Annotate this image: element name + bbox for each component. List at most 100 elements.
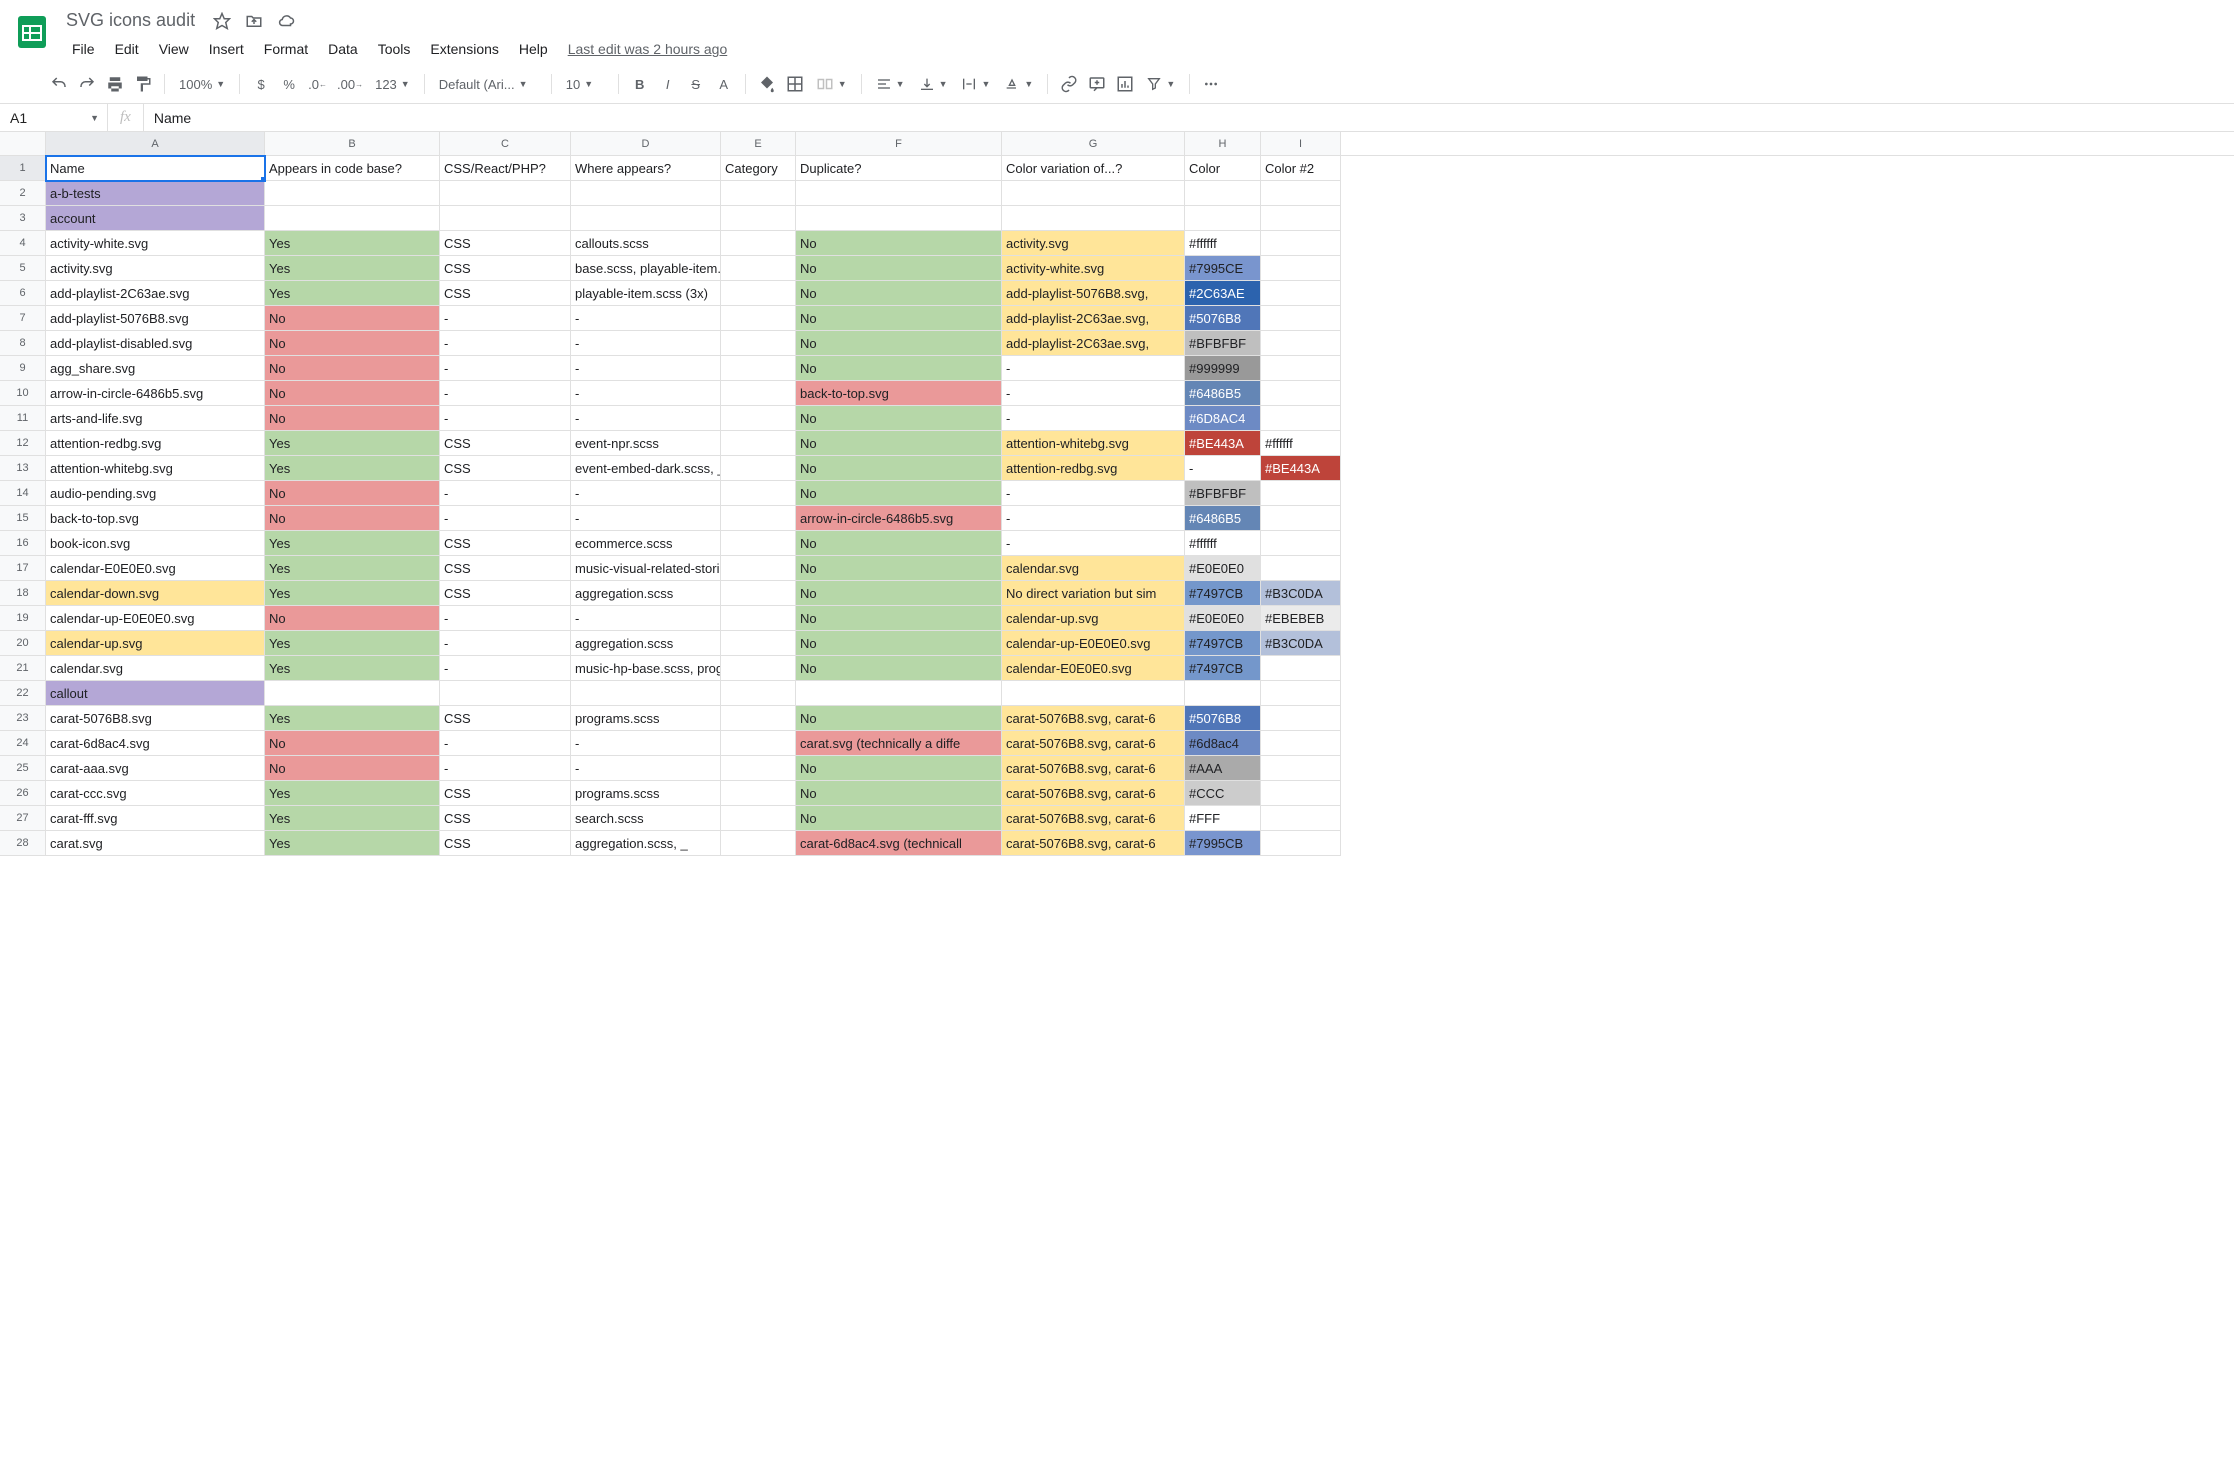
cell[interactable]: No	[796, 806, 1002, 831]
cell[interactable]: carat-aaa.svg	[46, 756, 265, 781]
cell[interactable]: CSS	[440, 806, 571, 831]
row-header[interactable]: 8	[0, 331, 46, 356]
row-header[interactable]: 16	[0, 531, 46, 556]
cell[interactable]: carat.svg	[46, 831, 265, 856]
cell[interactable]	[1185, 681, 1261, 706]
column-header[interactable]: D	[571, 132, 721, 155]
cell[interactable]	[1261, 306, 1341, 331]
cell[interactable]: CSS	[440, 581, 571, 606]
cell[interactable]: -	[571, 506, 721, 531]
cell[interactable]: -	[571, 381, 721, 406]
link-icon[interactable]	[1056, 71, 1082, 97]
cell[interactable]	[721, 531, 796, 556]
cell[interactable]: programs.scss	[571, 706, 721, 731]
cell[interactable]	[721, 356, 796, 381]
cell[interactable]: No	[265, 306, 440, 331]
cell[interactable]: calendar-down.svg	[46, 581, 265, 606]
cell[interactable]: carat-5076B8.svg, carat-6	[1002, 706, 1185, 731]
cell[interactable]: carat-fff.svg	[46, 806, 265, 831]
cell[interactable]: base.scss, playable-item.scss	[571, 256, 721, 281]
cell[interactable]: Yes	[265, 281, 440, 306]
comment-icon[interactable]	[1084, 71, 1110, 97]
cell[interactable]: carat.svg (technically a diffe	[796, 731, 1002, 756]
select-all-corner[interactable]	[0, 132, 46, 155]
cell[interactable]: -	[440, 606, 571, 631]
cell[interactable]: #6486B5	[1185, 506, 1261, 531]
cell[interactable]: Yes	[265, 256, 440, 281]
cell[interactable]: Yes	[265, 831, 440, 856]
h-align-button[interactable]: ▼	[870, 71, 911, 97]
cloud-icon[interactable]	[277, 12, 295, 30]
cell[interactable]	[1261, 806, 1341, 831]
cell[interactable]: #6D8AC4	[1185, 406, 1261, 431]
cell[interactable]	[571, 206, 721, 231]
cell[interactable]: No	[265, 356, 440, 381]
cell[interactable]: music-visual-related-stories.sc	[571, 556, 721, 581]
cell[interactable]: No	[265, 506, 440, 531]
cell[interactable]: No	[796, 431, 1002, 456]
cell[interactable]: carat-5076B8.svg, carat-6	[1002, 731, 1185, 756]
cell[interactable]	[1261, 206, 1341, 231]
cell[interactable]: Yes	[265, 706, 440, 731]
cell[interactable]: No	[796, 631, 1002, 656]
cell[interactable]: #999999	[1185, 356, 1261, 381]
cell[interactable]	[1261, 681, 1341, 706]
strikethrough-button[interactable]: S	[683, 71, 709, 97]
cell[interactable]	[1185, 206, 1261, 231]
cell[interactable]: CSS	[440, 456, 571, 481]
cell[interactable]: #7497CB	[1185, 656, 1261, 681]
cell[interactable]	[796, 206, 1002, 231]
row-header[interactable]: 1	[0, 156, 46, 181]
row-header[interactable]: 19	[0, 606, 46, 631]
cell[interactable]	[721, 181, 796, 206]
cell[interactable]: No	[265, 381, 440, 406]
cell[interactable]: calendar-up-E0E0E0.svg	[1002, 631, 1185, 656]
cell[interactable]	[1261, 706, 1341, 731]
cell[interactable]: carat-6d8ac4.svg (technicall	[796, 831, 1002, 856]
row-header[interactable]: 28	[0, 831, 46, 856]
cell[interactable]: No	[796, 281, 1002, 306]
cell[interactable]: #BE443A	[1185, 431, 1261, 456]
row-header[interactable]: 9	[0, 356, 46, 381]
menu-extensions[interactable]: Extensions	[420, 37, 508, 61]
cell[interactable]	[1261, 331, 1341, 356]
cell[interactable]: calendar-up.svg	[46, 631, 265, 656]
cell[interactable]: #B3C0DA	[1261, 581, 1341, 606]
undo-icon[interactable]	[46, 71, 72, 97]
cell[interactable]	[1261, 506, 1341, 531]
cell[interactable]	[1261, 231, 1341, 256]
cell[interactable]: -	[440, 506, 571, 531]
cell[interactable]: No	[796, 531, 1002, 556]
cell[interactable]: calendar.svg	[46, 656, 265, 681]
cell[interactable]: callout	[46, 681, 265, 706]
cell[interactable]: No	[796, 356, 1002, 381]
cell[interactable]: callouts.scss	[571, 231, 721, 256]
row-header[interactable]: 3	[0, 206, 46, 231]
cell[interactable]: Appears in code base?	[265, 156, 440, 181]
cell[interactable]	[265, 681, 440, 706]
cell[interactable]: calendar-up.svg	[1002, 606, 1185, 631]
text-wrap-button[interactable]: ▼	[955, 71, 996, 97]
cell[interactable]	[721, 656, 796, 681]
menu-help[interactable]: Help	[509, 37, 558, 61]
cell[interactable]: No	[796, 481, 1002, 506]
cell[interactable]: -	[1002, 406, 1185, 431]
cell[interactable]: No	[796, 456, 1002, 481]
cell[interactable]	[721, 431, 796, 456]
cell[interactable]: Yes	[265, 806, 440, 831]
cell[interactable]: Yes	[265, 781, 440, 806]
borders-button[interactable]	[782, 71, 808, 97]
cell[interactable]: #7497CB	[1185, 631, 1261, 656]
cell[interactable]: -	[1002, 481, 1185, 506]
cell[interactable]: -	[571, 606, 721, 631]
cell[interactable]	[1261, 756, 1341, 781]
cell[interactable]: aggregation.scss	[571, 631, 721, 656]
bold-button[interactable]: B	[627, 71, 653, 97]
cell[interactable]: CSS/React/PHP?	[440, 156, 571, 181]
cell[interactable]: CSS	[440, 531, 571, 556]
cell[interactable]: No	[796, 556, 1002, 581]
row-header[interactable]: 26	[0, 781, 46, 806]
cell[interactable]: carat-5076B8.svg, carat-6	[1002, 781, 1185, 806]
cell[interactable]: attention-redbg.svg	[46, 431, 265, 456]
cell[interactable]	[1002, 181, 1185, 206]
